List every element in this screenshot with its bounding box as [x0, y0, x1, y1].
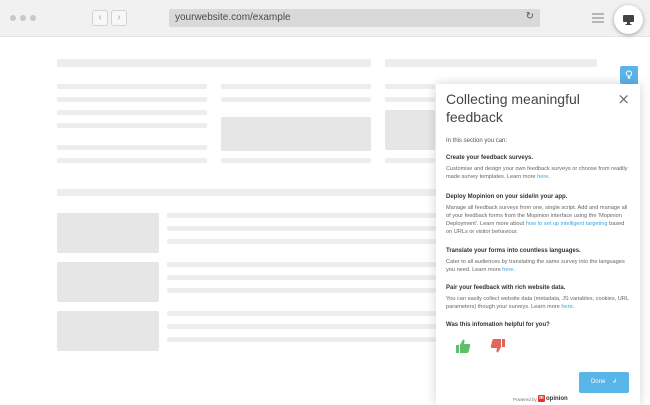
section-text: Cater to all audiences by translating th…	[446, 259, 625, 273]
skeleton-image	[57, 311, 159, 351]
skeleton-line	[57, 110, 207, 115]
monitor-icon	[623, 15, 634, 25]
panel-intro: In this section you can:	[446, 138, 508, 144]
learn-more-link[interactable]: here	[561, 304, 572, 310]
skeleton-line	[57, 97, 207, 102]
deploy-monitor-button[interactable]	[614, 5, 643, 34]
chevron-left-icon: ‹	[98, 12, 102, 23]
skeleton-image	[385, 110, 435, 150]
feedback-side-tab[interactable]	[620, 66, 638, 84]
skeleton-image	[57, 262, 159, 302]
helpful-question: Was this infomation helpful for you?	[446, 322, 550, 328]
hamburger-menu-icon[interactable]	[592, 13, 604, 25]
window-dot-minimize[interactable]	[20, 15, 26, 21]
back-button[interactable]: ‹	[92, 10, 108, 26]
forward-button[interactable]: ›	[111, 10, 127, 26]
section-deploy: Deploy Mopinion on your side/in your app…	[446, 194, 632, 236]
address-bar[interactable]: yourwebsite.com/example ↻	[169, 9, 540, 27]
skeleton-line	[57, 145, 207, 150]
panel-title: Collecting meaningful feedback	[446, 91, 580, 125]
close-icon[interactable]: ×	[617, 90, 630, 108]
skeleton-line	[167, 213, 436, 218]
skeleton-line	[167, 311, 436, 316]
section-heading: Create your feedback surveys.	[446, 155, 534, 161]
logo-text: opinion	[546, 396, 568, 403]
skeleton-line	[221, 97, 371, 102]
skeleton-line	[385, 158, 435, 163]
skeleton-line	[167, 275, 436, 280]
skeleton-line	[221, 158, 371, 163]
mopinion-logo[interactable]: m opinion	[538, 395, 568, 402]
window-dot-close[interactable]	[10, 15, 16, 21]
thumbs-up-icon[interactable]	[455, 338, 471, 354]
logo-mark: m	[538, 395, 545, 402]
learn-more-link[interactable]: here	[537, 174, 548, 180]
skeleton-image	[57, 213, 159, 253]
chevron-right-icon: ›	[117, 12, 121, 23]
window-dot-maximize[interactable]	[30, 15, 36, 21]
help-panel: × Collecting meaningful feedback In this…	[436, 84, 640, 405]
lightbulb-icon	[625, 70, 633, 79]
browser-toolbar: ‹ › yourwebsite.com/example ↻	[0, 0, 650, 37]
section-text: Customise and design your own feedback s…	[446, 166, 628, 180]
skeleton-line	[385, 84, 435, 89]
learn-more-link[interactable]: here	[502, 267, 513, 273]
reload-icon[interactable]: ↻	[526, 11, 534, 22]
skeleton-bar	[57, 189, 436, 196]
section-pair-data: Pair your feedback with rich website dat…	[446, 285, 632, 311]
skeleton-line	[167, 239, 436, 244]
powered-by-label: Powered by	[513, 397, 537, 402]
thumbs-down-icon[interactable]	[490, 338, 506, 354]
skeleton-line	[167, 337, 436, 342]
section-heading: Pair your feedback with rich website dat…	[446, 285, 566, 291]
section-text: Manage all feedback surveys from one, si…	[446, 205, 628, 235]
done-label: Done	[590, 379, 606, 385]
skeleton-line	[221, 84, 371, 89]
skeleton-bar	[385, 59, 597, 67]
section-translate: Translate your forms into countless lang…	[446, 248, 632, 274]
url-text[interactable]: yourwebsite.com/example	[175, 12, 291, 23]
skeleton-bar	[57, 59, 371, 67]
section-text: You can easily collect website data (met…	[446, 296, 629, 310]
skeleton-line	[167, 288, 436, 293]
skeleton-line	[57, 123, 207, 128]
skeleton-line	[57, 158, 207, 163]
done-button[interactable]: Done ↲	[579, 372, 629, 393]
section-heading: Deploy Mopinion on your side/in your app…	[446, 194, 568, 200]
section-heading: Translate your forms into countless lang…	[446, 248, 581, 254]
skeleton-line	[385, 97, 435, 102]
skeleton-image	[221, 117, 371, 151]
skeleton-line	[167, 262, 436, 267]
enter-arrow-icon: ↲	[611, 379, 618, 385]
targeting-link[interactable]: how to set up intelligent targeting	[526, 221, 608, 227]
skeleton-line	[57, 84, 207, 89]
skeleton-line	[167, 324, 436, 329]
window-controls	[10, 15, 36, 21]
skeleton-line	[167, 226, 436, 231]
section-create-surveys: Create your feedback surveys. Customise …	[446, 155, 632, 181]
